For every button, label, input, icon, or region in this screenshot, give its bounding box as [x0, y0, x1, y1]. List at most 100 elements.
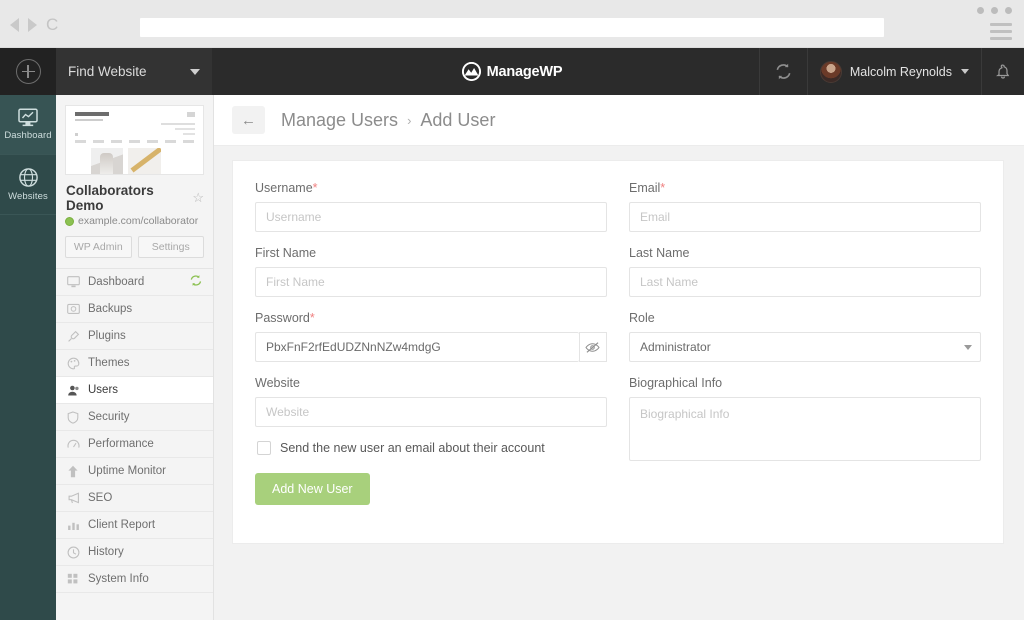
clock-icon [66, 545, 80, 559]
megaphone-icon [66, 491, 80, 505]
breadcrumb-current: Add User [420, 109, 496, 130]
send-email-row[interactable]: Send the new user an email about their a… [257, 441, 607, 455]
sidebar-item-label: Themes [88, 357, 130, 369]
site-sidebar: Collaborators Demo ☆ example.com/collabo… [56, 95, 214, 620]
site-url[interactable]: example.com/collaborator [78, 215, 198, 227]
sidebar-item-seo[interactable]: SEO [56, 485, 213, 512]
bell-icon [996, 63, 1010, 79]
shield-icon [66, 410, 80, 424]
browser-nav-controls: C [10, 16, 58, 33]
settings-button[interactable]: Settings [137, 236, 204, 258]
sidebar-item-label: Performance [88, 438, 154, 450]
sidebar-item-label: History [88, 546, 124, 558]
favorite-star-icon[interactable]: ☆ [192, 190, 204, 206]
sidebar-item-client-report[interactable]: Client Report [56, 512, 213, 539]
last-name-label: Last Name [629, 246, 690, 260]
site-thumbnail[interactable] [65, 105, 204, 175]
add-website-button[interactable] [0, 48, 56, 95]
send-email-label: Send the new user an email about their a… [280, 441, 545, 455]
bio-textarea[interactable] [629, 397, 981, 461]
browser-dots-indicator [977, 7, 1012, 14]
breadcrumb-parent[interactable]: Manage Users [281, 110, 398, 131]
sidebar-item-label: System Info [88, 573, 149, 585]
field-email: Email* [629, 181, 981, 232]
chevron-right-icon: › [407, 112, 412, 128]
field-username: Username* [255, 181, 607, 232]
chevron-down-icon [961, 69, 969, 74]
field-website: Website [255, 376, 607, 427]
add-new-user-button[interactable]: Add New User [255, 473, 370, 505]
password-label: Password* [255, 311, 315, 325]
browser-chrome: C [0, 0, 1024, 48]
username-input[interactable] [255, 202, 607, 232]
hamburger-menu-icon[interactable] [990, 23, 1012, 44]
rail-item-label: Websites [8, 191, 48, 202]
sidebar-item-security[interactable]: Security [56, 404, 213, 431]
field-password: Password* [255, 311, 607, 362]
back-arrow-icon: ← [241, 111, 256, 129]
field-first-name: First Name [255, 246, 607, 297]
backup-disk-icon [66, 302, 80, 316]
sidebar-item-users[interactable]: Users [56, 377, 213, 404]
field-last-name: Last Name [629, 246, 981, 297]
website-label: Website [255, 376, 300, 390]
required-marker: * [660, 181, 666, 195]
user-menu[interactable]: Malcolm Reynolds [806, 48, 981, 95]
sidebar-item-themes[interactable]: Themes [56, 350, 213, 377]
chevron-down-icon [190, 68, 200, 75]
grid-info-icon [66, 572, 80, 586]
avatar [819, 60, 842, 83]
app-topbar: Find Website ManageWP Malcolm Reynolds [0, 48, 1024, 95]
sync-icon[interactable] [758, 48, 807, 95]
first-name-input[interactable] [255, 267, 607, 297]
website-input[interactable] [255, 397, 607, 427]
sidebar-item-dashboard[interactable]: Dashboard [56, 269, 213, 296]
site-actions: WP Admin Settings [65, 236, 204, 268]
back-arrow-icon[interactable] [10, 18, 19, 32]
address-bar[interactable] [140, 18, 884, 37]
plus-circle-icon [15, 59, 41, 84]
sidebar-item-plugins[interactable]: Plugins [56, 323, 213, 350]
username-label: Username* [255, 181, 318, 195]
sidebar-item-performance[interactable]: Performance [56, 431, 213, 458]
back-button[interactable]: ← [232, 106, 265, 134]
sidebar-item-uptime-monitor[interactable]: Uptime Monitor [56, 458, 213, 485]
main-content: ← Manage Users › Add User Username* User… [214, 95, 1024, 620]
status-online-icon [65, 216, 74, 226]
reload-icon[interactable]: C [46, 16, 58, 33]
notifications-button[interactable] [981, 48, 1024, 95]
refresh-icon[interactable] [189, 274, 203, 290]
sidebar-item-history[interactable]: History [56, 539, 213, 566]
breadcrumb: Manage Users › Add User [281, 110, 495, 131]
forward-arrow-icon[interactable] [28, 18, 37, 32]
email-input[interactable] [629, 202, 981, 232]
palette-icon [66, 356, 80, 370]
site-name-row: Collaborators Demo ☆ [66, 183, 204, 213]
bar-chart-icon [66, 518, 80, 532]
sidebar-item-label: SEO [88, 492, 113, 504]
site-name: Collaborators Demo [66, 183, 154, 213]
sidebar-item-label: Plugins [88, 330, 126, 342]
dashboard-monitor-icon [18, 108, 38, 127]
app-root: C Find Website ManageWP Malcolm Reynolds… [0, 0, 1024, 620]
find-website-dropdown[interactable]: Find Website [56, 48, 212, 95]
sidebar-item-backups[interactable]: Backups [56, 296, 213, 323]
sidebar-item-label: Security [88, 411, 130, 423]
arrow-up-icon [66, 464, 80, 478]
sidebar-item-label: Uptime Monitor [88, 465, 166, 477]
sidebar-item-label: Backups [88, 303, 133, 315]
sidebar-item-system-info[interactable]: System Info [56, 566, 213, 593]
users-icon [66, 383, 80, 397]
wp-admin-button[interactable]: WP Admin [65, 236, 132, 258]
role-select[interactable]: Administrator [629, 332, 981, 362]
rail-item-dashboard[interactable]: Dashboard [0, 95, 56, 155]
last-name-input[interactable] [629, 267, 981, 297]
send-email-checkbox[interactable] [257, 441, 271, 455]
rail-item-websites[interactable]: Websites [0, 155, 56, 215]
required-marker: * [309, 311, 315, 325]
password-input[interactable] [255, 332, 579, 362]
topbar-right-group: Malcolm Reynolds [758, 48, 1024, 95]
eye-slash-icon[interactable] [578, 332, 607, 362]
add-user-form-card: Username* First Name Password* [232, 160, 1004, 544]
field-biographical-info: Biographical Info [629, 376, 981, 466]
